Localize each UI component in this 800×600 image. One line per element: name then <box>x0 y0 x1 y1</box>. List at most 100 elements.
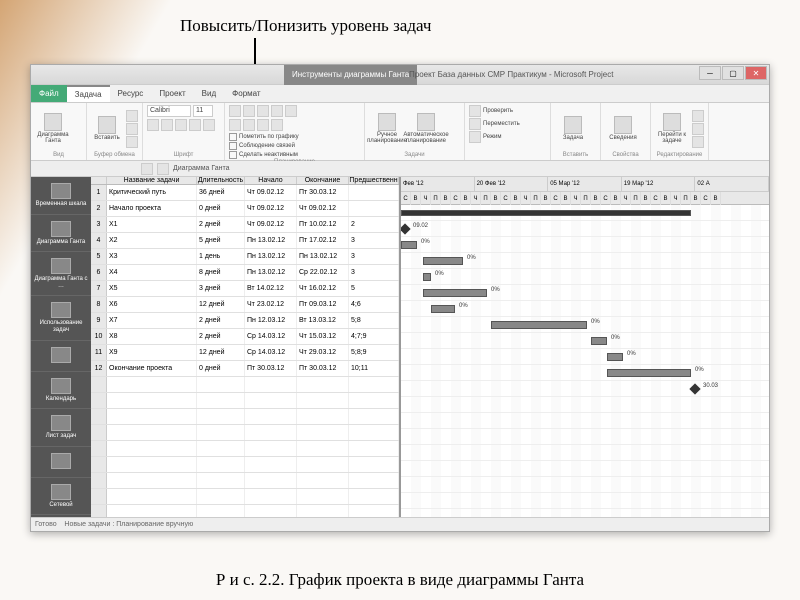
fill-icon[interactable] <box>692 136 704 148</box>
table-row-empty[interactable] <box>91 377 399 393</box>
manual-schedule-button[interactable]: Ручное планирование <box>369 113 405 144</box>
minimize-button[interactable]: ─ <box>699 66 721 80</box>
auto-icon <box>417 113 435 131</box>
gantt-bar[interactable] <box>423 273 431 281</box>
task-icon <box>564 116 582 134</box>
tab-project[interactable]: Проект <box>151 85 193 102</box>
table-row[interactable]: 12Окончание проекта0 днейПт 30.03.12Пт 3… <box>91 361 399 377</box>
table-row-empty[interactable] <box>91 425 399 441</box>
window-title: Проект База данных СМР Практикум - Micro… <box>409 65 613 85</box>
auto-schedule-button[interactable]: Автоматическое планирование <box>408 113 444 144</box>
gantt-bar[interactable] <box>423 289 487 297</box>
view-prev-icon[interactable] <box>141 163 153 175</box>
inspect-icon[interactable] <box>469 105 481 117</box>
fill-color-icon[interactable] <box>203 119 215 131</box>
paste-button[interactable]: Вставить <box>91 116 123 141</box>
format-painter-icon[interactable] <box>126 136 138 148</box>
milestone-icon[interactable] <box>689 383 700 394</box>
scroll-to-task-button[interactable]: Перейти к задаче <box>655 113 689 144</box>
tab-task[interactable]: Задача <box>67 85 110 102</box>
table-row[interactable]: 5X31 деньПн 13.02.12Пн 13.02.123 <box>91 249 399 265</box>
bold-icon[interactable] <box>147 119 159 131</box>
italic-icon[interactable] <box>161 119 173 131</box>
unlink-icon[interactable] <box>271 119 283 131</box>
gantt-chart-button[interactable]: Диаграмма Ганта <box>35 113 71 144</box>
table-row[interactable]: 2Начало проекта0 днейЧт 09.02.12Чт 09.02… <box>91 201 399 217</box>
col-task-name[interactable]: Название задачи <box>107 177 197 184</box>
tab-file[interactable]: Файл <box>31 85 67 102</box>
pct75-icon[interactable] <box>271 105 283 117</box>
col-predecessors[interactable]: Предшественн <box>349 177 399 184</box>
gantt-bar[interactable] <box>591 337 607 345</box>
sidebar-item[interactable]: Лист задач <box>31 409 91 447</box>
table-row[interactable]: 3X12 днейЧт 09.02.12Пт 10.02.122 <box>91 217 399 233</box>
tab-view[interactable]: Вид <box>194 85 224 102</box>
gantt-row <box>401 205 769 221</box>
gantt-bar[interactable] <box>401 241 417 249</box>
table-row[interactable]: 8X612 днейЧт 23.02.12Пт 09.03.124;6 <box>91 297 399 313</box>
sidebar-item[interactable]: Временная шкала <box>31 177 91 215</box>
col-duration[interactable]: Длительность <box>197 177 245 184</box>
view-next-icon[interactable] <box>157 163 169 175</box>
table-row[interactable]: 9X72 днейПн 12.03.12Вт 13.03.125;8 <box>91 313 399 329</box>
sidebar-item[interactable]: Календарь <box>31 372 91 410</box>
table-row-empty[interactable] <box>91 473 399 489</box>
link-icon[interactable] <box>257 119 269 131</box>
table-row-empty[interactable] <box>91 505 399 517</box>
font-name-select[interactable]: Calibri <box>147 105 191 117</box>
table-row[interactable]: 6X48 днейПн 13.02.12Ср 22.02.123 <box>91 265 399 281</box>
find-icon[interactable] <box>692 110 704 122</box>
cut-icon[interactable] <box>126 110 138 122</box>
maximize-button[interactable]: ▢ <box>722 66 744 80</box>
table-row[interactable]: 10X82 днейСр 14.03.12Чт 15.03.124;7;9 <box>91 329 399 345</box>
sidebar-item[interactable] <box>31 341 91 372</box>
clear-icon[interactable] <box>692 123 704 135</box>
respect-links-checkbox[interactable] <box>229 142 237 150</box>
inactivate-checkbox[interactable] <box>229 151 237 159</box>
view-icon <box>51 378 71 394</box>
mode-icon[interactable] <box>469 131 481 143</box>
close-button[interactable]: ✕ <box>745 66 767 80</box>
col-finish[interactable]: Окончание <box>297 177 349 184</box>
info-button[interactable]: Сведения <box>605 116 641 141</box>
tab-resource[interactable]: Ресурс <box>110 85 152 102</box>
table-row-empty[interactable] <box>91 457 399 473</box>
col-start[interactable]: Начало <box>245 177 297 184</box>
milestone-icon[interactable] <box>401 223 411 234</box>
table-row-empty[interactable] <box>91 441 399 457</box>
table-row[interactable]: 11X912 днейСр 14.03.12Чт 29.03.125;8;9 <box>91 345 399 361</box>
gantt-bar[interactable] <box>401 210 691 216</box>
pct0-icon[interactable] <box>229 105 241 117</box>
pct25-icon[interactable] <box>243 105 255 117</box>
gantt-bar[interactable] <box>607 353 623 361</box>
pct50-icon[interactable] <box>257 105 269 117</box>
font-size-select[interactable]: 11 <box>193 105 213 117</box>
view-icon <box>51 302 71 318</box>
gantt-bar[interactable] <box>431 305 455 313</box>
gantt-bar[interactable] <box>423 257 463 265</box>
tab-format[interactable]: Формат <box>224 85 268 102</box>
sidebar-item[interactable] <box>31 447 91 478</box>
gantt-bar[interactable] <box>491 321 587 329</box>
outdent-icon[interactable] <box>229 119 241 131</box>
underline-icon[interactable] <box>175 119 187 131</box>
table-row-empty[interactable] <box>91 489 399 505</box>
col-id[interactable] <box>91 177 107 184</box>
sidebar-item[interactable]: Использование задач <box>31 296 91 340</box>
sidebar-item[interactable]: Диаграмма Ганта <box>31 215 91 253</box>
sidebar-item[interactable]: Сетевой <box>31 478 91 516</box>
copy-icon[interactable] <box>126 123 138 135</box>
move-icon[interactable] <box>469 118 481 130</box>
table-row-empty[interactable] <box>91 393 399 409</box>
table-row[interactable]: 1Критический путь36 днейЧт 09.02.12Пт 30… <box>91 185 399 201</box>
font-color-icon[interactable] <box>189 119 201 131</box>
sidebar-item[interactable]: Диаграмма Ганта с … <box>31 252 91 296</box>
table-row[interactable]: 7X53 днейВт 14.02.12Чт 16.02.125 <box>91 281 399 297</box>
indent-icon[interactable] <box>243 119 255 131</box>
task-button[interactable]: Задача <box>555 116 591 141</box>
table-row-empty[interactable] <box>91 409 399 425</box>
pct100-icon[interactable] <box>285 105 297 117</box>
gantt-bar[interactable] <box>607 369 691 377</box>
table-row[interactable]: 4X25 днейПн 13.02.12Пт 17.02.123 <box>91 233 399 249</box>
mark-on-track-checkbox[interactable] <box>229 133 237 141</box>
